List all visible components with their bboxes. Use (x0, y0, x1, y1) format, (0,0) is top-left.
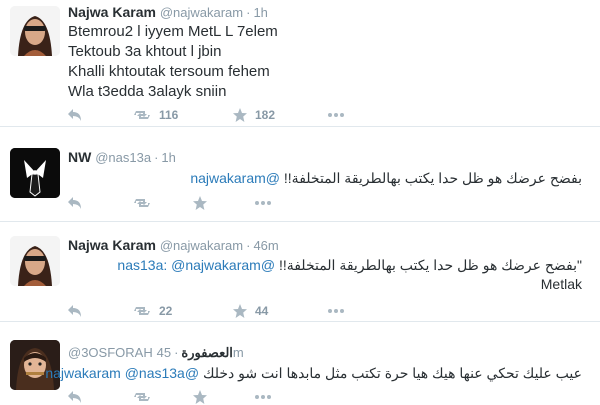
star-icon (193, 390, 207, 404)
tweet-text-arabic: عيب عليك تحكي عنها هيك هيا حرة تكتب مثل … (202, 365, 582, 381)
reply-arrow-icon (68, 391, 81, 403)
author-handle[interactable]: @najwakaram (160, 5, 243, 20)
tweet-text-line: Wla t3edda 3alayk sniin (68, 83, 227, 100)
reply-arrow-icon (68, 305, 81, 317)
avatar-image (10, 236, 60, 286)
tweet-header: Najwa Karam @najwakaram · 46m (68, 236, 279, 255)
author-handle[interactable]: @3OSFORAH (68, 345, 153, 360)
more-dots-icon (328, 309, 344, 313)
favorite-button[interactable]: 182 (233, 108, 328, 122)
retweet-icon (134, 111, 150, 119)
retweet-button[interactable] (133, 197, 193, 209)
tweet[interactable]: Najwa Karam @najwakaram · 46m "بفضح عرضك ه… (0, 222, 600, 322)
tweet-actions: 22 44 (68, 302, 344, 320)
quoted-text-arabic: "بفضح عرضك هو ظل حدا يكتب بهالطريقة المت… (278, 257, 582, 273)
author-name[interactable]: Najwa Karam (68, 4, 156, 20)
tweet-actions (68, 194, 271, 212)
favorite-button[interactable] (193, 390, 255, 404)
author-name[interactable]: NW (68, 149, 91, 165)
separator-dot: · (154, 150, 159, 165)
more-dots-icon (328, 113, 344, 117)
retweet-button[interactable] (133, 391, 193, 403)
star-icon (233, 108, 247, 122)
tweet[interactable]: Najwa Karam @najwakaram · 1h Btemrou2 l iy… (0, 0, 600, 127)
tweet-text-line: Btemrou2 l iyyem MetL L 7elem (68, 23, 278, 40)
favorite-button[interactable] (193, 196, 255, 210)
avatar[interactable] (10, 236, 60, 286)
tweet-text-arabic: بفضح عرضك هو ظل حدا يكتب بهالطريقة المتخ… (283, 170, 582, 186)
tweet-header: @3OSFORAH العصفورة·45m (68, 343, 244, 362)
tweet-text-line: Tektoub 3a khtout l jbin (68, 43, 222, 60)
favorite-count: 182 (255, 108, 276, 122)
retweet-icon (134, 393, 150, 401)
retweet-icon (134, 199, 150, 207)
author-name[interactable]: العصفورة (181, 345, 233, 360)
retweet-button[interactable]: 22 (133, 304, 233, 318)
reply-button[interactable] (68, 197, 133, 209)
author-name[interactable]: Najwa Karam (68, 237, 156, 253)
retweet-icon (134, 307, 150, 315)
tweet-text-line: Khalli khtoutak tersoum fehem (68, 63, 270, 80)
more-button[interactable] (255, 395, 271, 399)
more-button[interactable] (328, 309, 344, 313)
retweet-count: 116 (159, 108, 179, 122)
tweet-text: عيب عليك تحكي عنها هيك هيا حرة تكتب مثل … (45, 363, 582, 383)
more-button[interactable] (328, 113, 344, 117)
reply-arrow-icon (68, 109, 81, 121)
more-button[interactable] (255, 201, 271, 205)
tweet-actions: 116 182 (68, 106, 344, 124)
tweet-text: Btemrou2 l iyyem MetL L 7elem Tektoub 3a… (68, 22, 278, 102)
timestamp[interactable]: 1h (161, 150, 175, 165)
star-icon (233, 304, 247, 318)
more-dots-icon (255, 395, 271, 399)
avatar-image (10, 6, 60, 56)
reply-button[interactable] (68, 305, 133, 317)
mention-link[interactable]: @najwakaram (190, 170, 280, 186)
separator-dot: · (246, 5, 251, 20)
separator-dot: · (174, 345, 179, 360)
tweet-text: "بفضح عرضك هو ظل حدا يكتب بهالطريقة المت… (117, 255, 582, 275)
tweet-header: NW @nas13a · 1h (68, 148, 176, 167)
reply-button[interactable] (68, 391, 133, 403)
avatar[interactable] (10, 6, 60, 56)
author-handle[interactable]: @nas13a (95, 150, 151, 165)
reply-text: Metlak (540, 276, 582, 292)
tweet-text: بفضح عرضك هو ظل حدا يكتب بهالطريقة المتخ… (190, 168, 582, 188)
mention-link[interactable]: @najwakaram @nas13a (45, 365, 199, 381)
author-handle[interactable]: @najwakaram (160, 238, 243, 253)
separator-dot: · (246, 238, 251, 253)
retweet-count: 22 (159, 304, 173, 318)
tweet[interactable]: NW @nas13a · 1h بفضح عرضك هو ظل حدا يكتب ب… (0, 127, 600, 222)
timestamp[interactable]: 1h (253, 5, 267, 20)
reply-button[interactable] (68, 109, 133, 121)
reply-arrow-icon (68, 197, 81, 209)
mention-link[interactable]: @nas13a: @najwakaram (117, 257, 275, 273)
retweet-button[interactable]: 116 (133, 108, 233, 122)
more-dots-icon (255, 201, 271, 205)
star-icon (193, 196, 207, 210)
favorite-count: 44 (255, 304, 269, 318)
timestamp[interactable]: 46m (253, 238, 278, 253)
tweet[interactable]: @3OSFORAH العصفورة·45m عيب عليك تحكي عنه… (0, 322, 600, 405)
favorite-button[interactable]: 44 (233, 304, 328, 318)
tweet-actions (68, 388, 271, 405)
tweet-header: Najwa Karam @najwakaram · 1h (68, 3, 268, 22)
avatar[interactable] (10, 148, 60, 198)
avatar-image (10, 148, 60, 198)
